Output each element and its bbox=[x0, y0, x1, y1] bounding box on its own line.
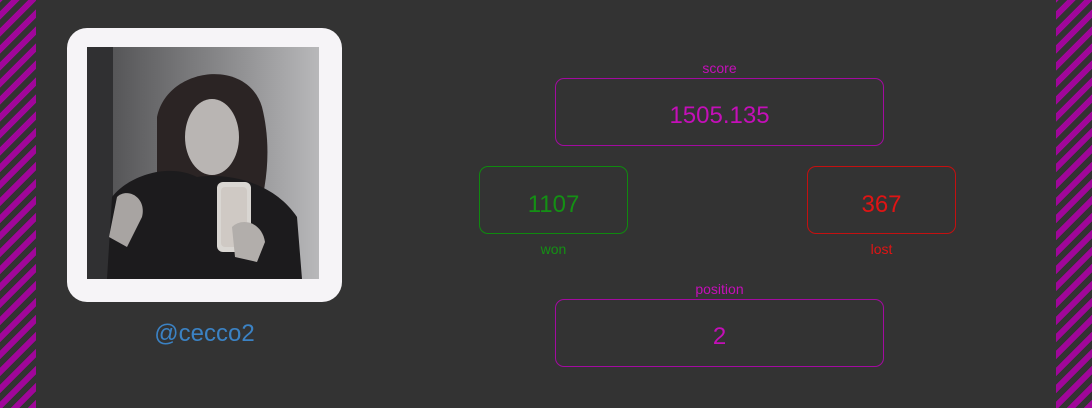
score-label: score bbox=[702, 60, 737, 76]
position-value: 2 bbox=[555, 299, 884, 367]
left-stripe-border bbox=[0, 0, 36, 408]
username-link[interactable]: @cecco2 bbox=[67, 320, 342, 348]
lost-value: 367 bbox=[807, 166, 956, 234]
won-value: 1107 bbox=[479, 166, 628, 234]
avatar bbox=[87, 47, 319, 279]
lost-label: lost bbox=[870, 241, 893, 257]
avatar-image bbox=[87, 47, 319, 279]
position-label: position bbox=[695, 281, 744, 297]
score-value: 1505.135 bbox=[555, 78, 884, 146]
right-stripe-border bbox=[1056, 0, 1092, 408]
won-label: won bbox=[540, 241, 567, 257]
avatar-card bbox=[67, 28, 342, 302]
